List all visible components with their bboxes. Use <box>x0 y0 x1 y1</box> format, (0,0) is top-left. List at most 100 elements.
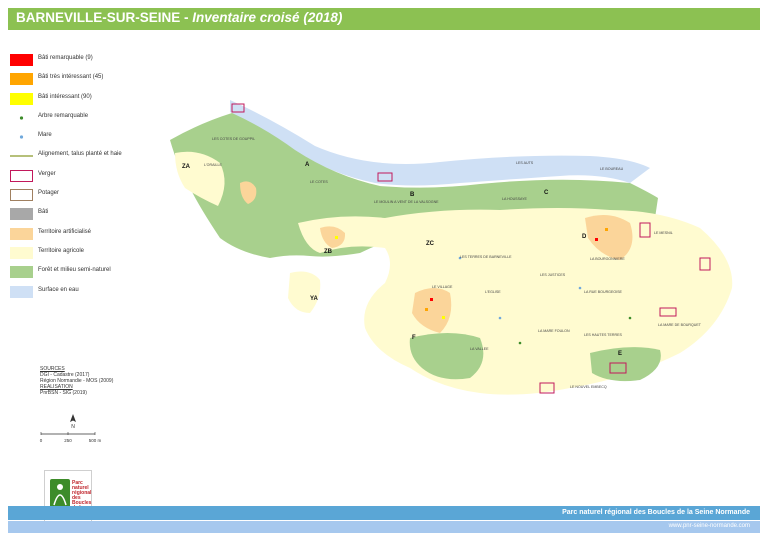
pond-marker <box>578 286 582 290</box>
scale-tick-500: 500 m <box>89 438 102 443</box>
title-subtitle: Inventaire croisé (2018) <box>192 10 343 25</box>
swatch-bati <box>10 208 33 221</box>
place-name: LE MOULIN A VENT DE LA VALSOGNE <box>374 200 439 204</box>
swatch-bati-tres-interessant <box>10 73 33 86</box>
tree-marker <box>518 341 522 345</box>
legend-label: Verger <box>38 170 56 177</box>
title-main: BARNEVILLE-SUR-SEINE <box>16 10 181 25</box>
legend-label: Territoire agricole <box>38 247 85 254</box>
sector-label: ZC <box>426 241 435 247</box>
place-name: LE VILLAGE <box>432 285 453 289</box>
scale-bar: N 0 250 500 m <box>40 414 102 443</box>
realisation-line: PnrBSN - SIG (2019) <box>40 390 87 396</box>
map-title: BARNEVILLE-SUR-SEINE - Inventaire croisé… <box>16 10 342 25</box>
tree-marker <box>628 316 632 320</box>
legend-item: Bâti remarquable (9) <box>10 52 160 68</box>
place-name: LA HOUSSAYE <box>502 197 528 201</box>
swatch-surface-eau <box>10 285 33 298</box>
place-name: LES HAUTES TERRES <box>584 333 622 337</box>
legend-item: Territoire artificialisé <box>10 226 160 242</box>
legend-item: Bâti intéressant (90) <box>10 91 160 107</box>
place-name: LES AUTS <box>516 161 534 165</box>
place-name: LE MESNIL <box>654 231 673 235</box>
place-name: L'EGLISE <box>485 290 501 294</box>
pond-marker <box>498 316 502 320</box>
sector-label: C <box>544 190 549 196</box>
footer-url[interactable]: www.pnr-seine-normande.com <box>669 523 750 529</box>
swatch-potager <box>10 189 33 202</box>
agricultural-area <box>288 271 321 313</box>
sector-label: ZA <box>182 164 191 170</box>
footer-url-bar: www.pnr-seine-normande.com <box>8 521 760 533</box>
place-name: LA VALLEE <box>470 347 489 351</box>
swatch-bati-interessant <box>10 92 33 105</box>
legend-item: Bâti très intéressant (45) <box>10 71 160 87</box>
title-separator: - <box>180 10 193 25</box>
footer-bar: Parc naturel régional des Boucles de la … <box>8 506 760 520</box>
bati-tres-interessant <box>425 308 428 311</box>
sources-block: SOURCES DGI - Cadastre (2017) Région Nor… <box>40 366 113 396</box>
forest-area <box>590 347 661 382</box>
legend-item: Surface en eau <box>10 284 160 300</box>
legend-label: Bâti très intéressant (45) <box>38 74 104 81</box>
place-name: LES JUSTICES <box>540 273 566 277</box>
sector-label: YA <box>310 296 318 302</box>
legend-item: Verger <box>10 168 160 184</box>
legend-label: Territoire artificialisé <box>38 228 92 235</box>
place-name: LA MARE DE BOURQUET <box>658 323 702 327</box>
bati-remarquable <box>595 238 598 241</box>
legend-item: Potager <box>10 187 160 203</box>
sector-label: A <box>305 162 310 168</box>
swatch-territoire-artificialise <box>10 227 33 240</box>
place-name: LA RUE BOURGEOISE <box>584 290 623 294</box>
footer-org: Parc naturel régional des Boucles de la … <box>562 509 750 516</box>
sector-label: E <box>618 351 622 357</box>
bati-interessant <box>442 316 445 319</box>
sector-label: B <box>410 192 415 198</box>
legend-label: Surface en eau <box>38 286 79 293</box>
place-name: L'ORAILLE <box>204 163 222 167</box>
legend-item: Bâti <box>10 206 160 222</box>
legend-item: Forêt et milieu semi-naturel <box>10 264 160 280</box>
place-name: LES COTES DE GOUPPIL <box>212 137 255 141</box>
bati-remarquable <box>430 298 433 301</box>
place-name: LE NOUVEL EMBECQ <box>570 385 607 389</box>
north-arrow-icon <box>70 414 76 422</box>
legend-item: Alignement, talus planté et haie <box>10 148 160 164</box>
legend-label: Potager <box>38 190 60 197</box>
legend-label: Mare <box>38 132 52 139</box>
commune-map: ZA A B C D ZB ZC YA E F LES COTES DE GOU… <box>170 100 733 395</box>
swatch-bati-remarquable <box>10 54 33 66</box>
scale-tick-0: 0 <box>40 438 43 443</box>
legend-label: Alignement, talus planté et haie <box>38 151 122 158</box>
place-name: LE BOUREAU <box>600 167 624 171</box>
legend-label: Forêt et milieu semi-naturel <box>38 267 111 274</box>
place-name: LE COTES <box>310 180 328 184</box>
legend-item: Arbre remarquable <box>10 110 160 126</box>
place-name: LA BOURGONNIERE <box>590 257 625 261</box>
hedge-line-icon <box>10 155 33 158</box>
north-label: N <box>71 424 75 430</box>
legend-label: Arbre remarquable <box>38 112 89 119</box>
place-name: LA MARE FOULON <box>538 329 570 333</box>
place-name: LES TERRES DE BARNEVILLE <box>460 255 512 259</box>
scale-tick-250: 250 <box>64 438 72 443</box>
swatch-foret <box>10 266 33 279</box>
legend-label: Bâti <box>38 209 49 216</box>
legend-label: Bâti intéressant (90) <box>38 93 92 100</box>
legend-item: Mare <box>10 129 160 145</box>
sector-label: F <box>412 335 416 341</box>
title-bar: BARNEVILLE-SUR-SEINE - Inventaire croisé… <box>8 8 760 30</box>
bati-tres-interessant <box>605 228 608 231</box>
pond-icon <box>19 135 24 139</box>
legend-label: Bâti remarquable (9) <box>38 55 93 61</box>
bati-interessant <box>335 236 338 239</box>
sector-label: ZB <box>324 249 333 255</box>
agricultural-area <box>298 208 733 395</box>
tree-icon <box>19 116 24 120</box>
swatch-verger <box>10 169 33 182</box>
legend: Bâti remarquable (9) Bâti très intéressa… <box>10 52 160 303</box>
swatch-territoire-agricole <box>10 246 33 259</box>
legend-item: Territoire agricole <box>10 245 160 261</box>
sector-label: D <box>582 234 587 240</box>
